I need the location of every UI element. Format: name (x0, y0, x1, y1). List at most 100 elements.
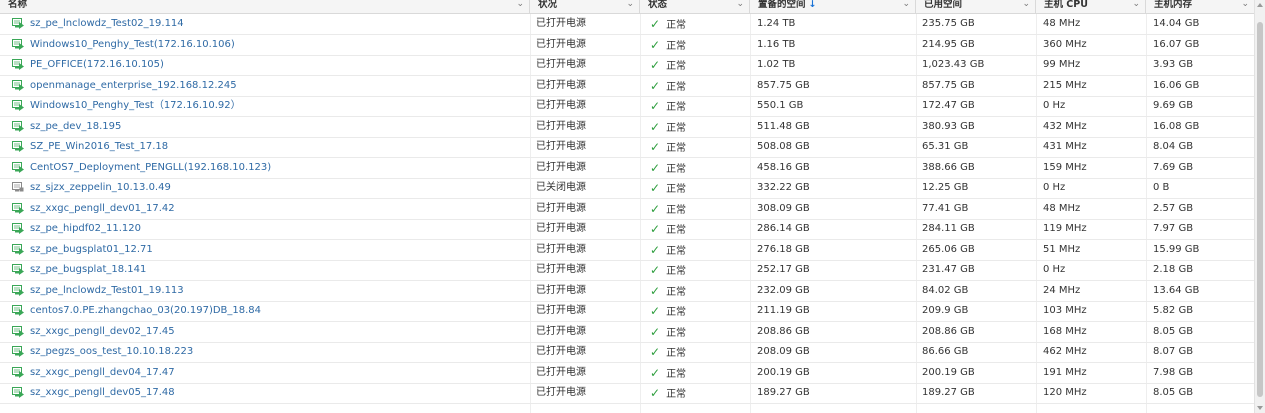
column-header-name[interactable]: 名称 ⌄ (0, 0, 530, 13)
vm-name-link[interactable]: sz_xxgc_pengll_dev05_17.48 (30, 383, 175, 403)
column-header-used[interactable]: 已用空间 ⌄ (916, 0, 1036, 13)
cell-provisioned: 1.24 TB (757, 14, 795, 34)
table-row[interactable]: sz_pe_bugsplat_18.141 已打开电源 ✓ 正常 252.17 GB 23… (0, 260, 1255, 281)
table-row[interactable]: sz_xxgc_pengll_dev04_17.47 已打开电源 ✓ 正常 200.19… (0, 363, 1255, 384)
vm-name-link[interactable]: Windows10_Penghy_Test(172.16.10.106) (30, 35, 235, 55)
table-row[interactable]: Windows10_Penghy_Test（172.16.10.92） 已打开电源… (0, 96, 1255, 117)
table-row[interactable]: sz_xxgc_pengll_dev01_17.42 已打开电源 ✓ 正常 308.09… (0, 199, 1255, 220)
vm-name-link[interactable]: sz_xxgc_pengll_dev02_17.45 (30, 322, 175, 342)
chevron-down-icon[interactable]: ⌄ (1241, 0, 1249, 9)
cell-provisioned: 232.09 GB (757, 281, 810, 301)
column-header-cpu[interactable]: 主机 CPU ⌄ (1036, 0, 1146, 13)
vm-name-link[interactable]: SZ_PE_Win2016_Test_17.18 (30, 137, 168, 157)
cpu-value: 432 MHz (1043, 120, 1087, 132)
cpu-value: 103 MHz (1043, 305, 1087, 316)
cell-provisioned: 200.19 GB (757, 363, 810, 383)
table-row[interactable]: PE_OFFICE(172.16.10.105) 已打开电源 ✓ 正常 1.02 TB 1… (0, 55, 1255, 76)
provisioned-value: 458.16 GB (757, 161, 810, 173)
provisioned-value: 189.27 GB (757, 387, 810, 398)
cell-power: 已打开电源 (536, 199, 586, 219)
arrow-down-icon: ↓ (808, 0, 817, 10)
cell-cpu: 360 MHz (1043, 35, 1087, 55)
chevron-down-icon[interactable]: ⌄ (516, 0, 524, 9)
cell-used: 214.95 GB (922, 35, 975, 55)
vm-name-link[interactable]: sz_pe_hipdf02_11.120 (30, 219, 141, 239)
cell-state: ✓ 正常 (650, 301, 686, 321)
scroll-up-icon[interactable] (1257, 3, 1263, 7)
cell-used: 84.02 GB (922, 281, 968, 301)
state-value: 正常 (666, 307, 687, 318)
table-row[interactable]: sz_pegzs_oos_test_10.10.18.223 已打开电源 ✓ 正常 20… (0, 342, 1255, 363)
cell-state: ✓ 正常 (650, 76, 686, 96)
chevron-down-icon[interactable]: ⌄ (626, 0, 634, 9)
cell-cpu: 159 MHz (1043, 158, 1087, 178)
vm-name-link[interactable]: Windows10_Penghy_Test（172.16.10.92） (30, 96, 241, 116)
used-value: 65.31 GB (922, 141, 969, 152)
cell-memory: 14.04 GB (1153, 14, 1199, 34)
vm-name-link[interactable]: centos7.0.PE.zhangchao_03(20.197)DB_18.8… (30, 301, 261, 321)
table-row[interactable]: CentOS7_Deployment_PENGLL(192.168.10.123… (0, 158, 1255, 179)
cell-state: ✓ 正常 (650, 96, 686, 116)
vertical-scrollbar[interactable] (1254, 0, 1265, 413)
cell-power: 已打开电源 (536, 219, 586, 239)
cell-provisioned: 458.16 GB (757, 158, 810, 178)
cpu-value: 0 Hz (1043, 264, 1066, 275)
table-row[interactable]: sz_pe_lnclowdz_Test02_19.114 已打开电源 ✓ 正常 1.24… (0, 14, 1255, 35)
cell-provisioned: 550.1 GB (757, 96, 803, 116)
cpu-value: 51 MHz (1043, 243, 1081, 255)
column-header-memory[interactable]: 主机内存 ⌄ (1146, 0, 1255, 13)
cell-state: ✓ 正常 (650, 35, 686, 55)
table-row[interactable]: sz_xxgc_pengll_dev05_17.48 已打开电源 ✓ 正常 189.27… (0, 383, 1255, 404)
cell-cpu: 48 MHz (1043, 14, 1080, 34)
table-row[interactable]: sz_pe_hipdf02_11.120 已打开电源 ✓ 正常 286.14 GB 284… (0, 219, 1255, 240)
cell-used: 77.41 GB (922, 199, 968, 219)
vm-name-link[interactable]: sz_pegzs_oos_test_10.10.18.223 (30, 342, 193, 362)
vm-name-link[interactable]: PE_OFFICE(172.16.10.105) (30, 55, 164, 75)
vm-name-link[interactable]: sz_sjzx_zeppelin_10.13.0.49 (30, 178, 171, 198)
column-header-status[interactable]: 状况 ⌄ (530, 0, 640, 13)
scrollbar-thumb[interactable] (1257, 22, 1263, 397)
chevron-down-icon[interactable]: ⌄ (1022, 0, 1030, 9)
chevron-down-icon[interactable]: ⌄ (1132, 0, 1140, 9)
vm-name-link[interactable]: sz_pe_bugsplat_18.141 (30, 260, 146, 280)
table-row[interactable]: sz_pe_bugsplat01_12.71 已打开电源 ✓ 正常 276.18 GB 2… (0, 240, 1255, 261)
memory-value: 16.06 GB (1153, 79, 1200, 91)
used-value: 86.66 GB (922, 346, 969, 357)
table-row[interactable]: SZ_PE_Win2016_Test_17.18 已打开电源 ✓ 正常 508.08 G… (0, 137, 1255, 158)
cell-name: Windows10_Penghy_Test(172.16.10.106) (0, 35, 528, 55)
vm-name-link[interactable]: CentOS7_Deployment_PENGLL(192.168.10.123… (30, 158, 271, 178)
provisioned-value: 508.08 GB (757, 141, 810, 152)
table-row[interactable]: sz_pe_dev_18.195 已打开电源 ✓ 正常 511.48 GB 380.93 … (0, 117, 1255, 138)
vm-name-link[interactable]: openmanage_enterprise_192.168.12.245 (30, 76, 237, 96)
table-row[interactable]: openmanage_enterprise_192.168.12.245 已打开电… (0, 76, 1255, 97)
table-row[interactable]: sz_xxgc_pengll_dev02_17.45 已打开电源 ✓ 正常 208.86… (0, 322, 1255, 343)
vm-name-link[interactable]: sz_xxgc_pengll_dev01_17.42 (30, 199, 175, 219)
check-icon: ✓ (650, 365, 661, 380)
vm-name-link[interactable]: sz_pe_bugsplat01_12.71 (30, 240, 153, 260)
cell-used: 86.66 GB (922, 342, 968, 362)
cell-memory: 8.07 GB (1153, 342, 1193, 362)
power-value: 已打开电源 (536, 161, 586, 173)
cell-cpu: 119 MHz (1043, 219, 1087, 239)
provisioned-value: 550.1 GB (757, 100, 804, 111)
check-icon: ✓ (650, 58, 661, 72)
scroll-down-icon[interactable] (1257, 406, 1263, 410)
column-header-state-label: 状态 (648, 0, 668, 10)
column-header-provisioned[interactable]: 置备的空间 ↓ ⌄ (750, 0, 916, 13)
vm-name-link[interactable]: sz_pe_lnclowdz_Test01_19.113 (30, 281, 184, 301)
memory-value: 8.07 GB (1153, 346, 1194, 357)
vm-name-link[interactable]: sz_pe_lnclowdz_Test02_19.114 (30, 14, 184, 34)
cell-cpu: 103 MHz (1043, 301, 1087, 321)
table-row[interactable]: sz_pe_lnclowdz_Test01_19.113 已打开电源 ✓ 正常 232.… (0, 281, 1255, 302)
check-icon: ✓ (650, 119, 661, 134)
vm-name-link[interactable]: sz_pe_dev_18.195 (30, 117, 121, 137)
vm-name-link[interactable]: sz_xxgc_pengll_dev04_17.47 (30, 363, 175, 383)
power-value: 已打开电源 (536, 18, 586, 29)
table-row[interactable]: sz_sjzx_zeppelin_10.13.0.49 已关闭电源 ✓ 正常 332.2… (0, 178, 1255, 199)
table-row[interactable]: centos7.0.PE.zhangchao_03(20.197)DB_18.8… (0, 301, 1255, 322)
chevron-down-icon[interactable]: ⌄ (902, 0, 910, 9)
column-header-state[interactable]: 状态 ⌄ (640, 0, 750, 13)
table-row[interactable]: Windows10_Penghy_Test(172.16.10.106) 已打开电… (0, 35, 1255, 56)
chevron-down-icon[interactable]: ⌄ (736, 0, 744, 9)
provisioned-value: 1.02 TB (757, 59, 796, 70)
